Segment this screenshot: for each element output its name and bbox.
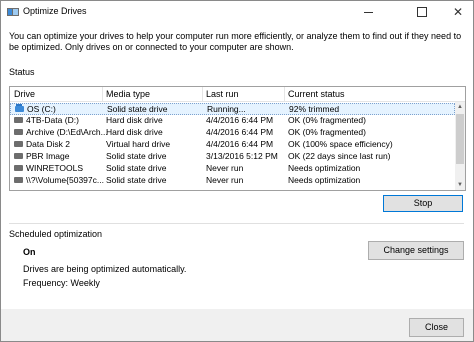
drive-row[interactable]: \\?\Volume{50397c... Solid state drive N… xyxy=(10,175,455,185)
media-type: Virtual hard drive xyxy=(106,139,171,149)
footer-bar xyxy=(1,309,473,341)
column-header-current-status[interactable]: Current status xyxy=(288,89,345,99)
intro-text: You can optimize your drives to help you… xyxy=(9,31,462,52)
section-divider xyxy=(9,223,464,224)
last-run: 4/4/2016 6:44 PM xyxy=(206,139,274,149)
drive-name: 4TB-Data (D:) xyxy=(26,115,79,125)
drive-row[interactable]: 4TB-Data (D:) Hard disk drive 4/4/2016 6… xyxy=(10,115,455,125)
current-status: Needs optimization xyxy=(288,163,361,173)
close-icon: ✕ xyxy=(452,5,464,19)
hard-drive-icon xyxy=(14,141,23,147)
current-status: OK (100% space efficiency) xyxy=(288,139,393,149)
current-status: OK (0% fragmented) xyxy=(288,127,366,137)
drive-row[interactable]: PBR Image Solid state drive 3/13/2016 5:… xyxy=(10,151,455,161)
column-header-drive[interactable]: Drive xyxy=(14,89,35,99)
scroll-down-arrow-icon[interactable]: ▼ xyxy=(456,181,464,189)
defrag-app-icon xyxy=(7,8,19,16)
window-title: Optimize Drives xyxy=(23,6,87,16)
drive-list[interactable]: Drive Media type Last run Current status… xyxy=(9,86,466,191)
media-type: Hard disk drive xyxy=(106,127,163,137)
scheduled-optimization-label: Scheduled optimization xyxy=(9,229,103,239)
drive-name: WINRETOOLS xyxy=(26,163,83,173)
drive-row[interactable]: Archive (D:\Ed\Arch... Hard disk drive 4… xyxy=(10,127,455,137)
maximize-icon xyxy=(417,7,427,17)
maximize-button[interactable] xyxy=(407,1,437,23)
minimize-icon xyxy=(363,11,373,13)
schedule-description: Drives are being optimized automatically… xyxy=(23,264,187,274)
drive-name: Data Disk 2 xyxy=(26,139,70,149)
hard-drive-icon xyxy=(14,165,23,171)
last-run: 4/4/2016 6:44 PM xyxy=(206,115,274,125)
column-separator[interactable] xyxy=(202,87,203,101)
schedule-state: On xyxy=(23,247,36,257)
media-type: Solid state drive xyxy=(107,104,168,114)
media-type: Solid state drive xyxy=(106,175,167,185)
scroll-thumb[interactable] xyxy=(456,114,464,164)
window-close-button[interactable]: ✕ xyxy=(443,1,473,23)
drive-row[interactable]: Data Disk 2 Virtual hard drive 4/4/2016 … xyxy=(10,139,455,149)
optimize-drives-window: Optimize Drives ✕ You can optimize your … xyxy=(0,0,474,342)
os-drive-icon xyxy=(15,104,24,112)
column-separator[interactable] xyxy=(102,87,103,101)
close-button[interactable]: Close xyxy=(409,318,464,337)
hard-drive-icon xyxy=(14,153,23,159)
minimize-button[interactable] xyxy=(353,1,383,23)
column-header-media-type[interactable]: Media type xyxy=(106,89,150,99)
current-status: OK (0% fragmented) xyxy=(288,115,366,125)
list-header: Drive Media type Last run Current status xyxy=(10,87,465,102)
media-type: Solid state drive xyxy=(106,151,167,161)
vertical-scrollbar[interactable]: ▲ ▼ xyxy=(455,102,465,190)
drive-name: Archive (D:\Ed\Arch... xyxy=(26,127,108,137)
change-settings-button[interactable]: Change settings xyxy=(368,241,464,260)
drive-row[interactable]: WINRETOOLS Solid state drive Never run N… xyxy=(10,163,455,173)
drive-row[interactable]: OS (C:) Solid state drive Running... 92%… xyxy=(10,103,455,115)
hard-drive-icon xyxy=(14,177,23,183)
media-type: Hard disk drive xyxy=(106,115,163,125)
media-type: Solid state drive xyxy=(106,163,167,173)
drive-name: OS (C:) xyxy=(27,104,56,114)
last-run: Running... xyxy=(207,104,246,114)
status-section-label: Status xyxy=(9,67,35,77)
stop-button[interactable]: Stop xyxy=(383,195,463,212)
last-run: Never run xyxy=(206,163,244,173)
title-bar[interactable]: Optimize Drives ✕ xyxy=(1,1,473,23)
schedule-frequency: Frequency: Weekly xyxy=(23,278,100,288)
last-run: 3/13/2016 5:12 PM xyxy=(206,151,278,161)
hard-drive-icon xyxy=(14,129,23,135)
last-run: 4/4/2016 6:44 PM xyxy=(206,127,274,137)
current-status: Needs optimization xyxy=(288,175,361,185)
scroll-up-arrow-icon[interactable]: ▲ xyxy=(456,103,464,111)
column-separator[interactable] xyxy=(284,87,285,101)
drive-name: \\?\Volume{50397c... xyxy=(26,175,104,185)
column-header-last-run[interactable]: Last run xyxy=(206,89,239,99)
last-run: Never run xyxy=(206,175,244,185)
current-status: 92% trimmed xyxy=(289,104,340,114)
current-status: OK (22 days since last run) xyxy=(288,151,391,161)
drive-name: PBR Image xyxy=(26,151,70,161)
hard-drive-icon xyxy=(14,117,23,123)
